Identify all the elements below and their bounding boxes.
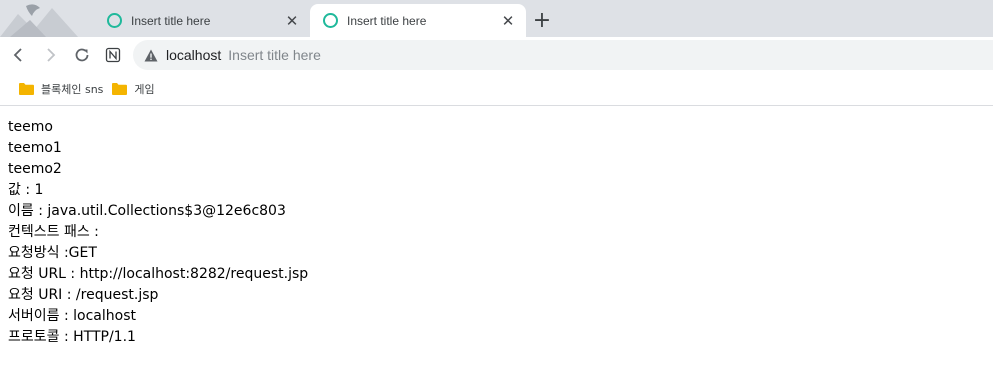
content-line: 서버이름 : localhost bbox=[8, 308, 136, 324]
new-tab-button[interactable]: + bbox=[531, 8, 553, 33]
notion-icon bbox=[105, 47, 121, 63]
extension-button[interactable] bbox=[101, 43, 125, 67]
folder-icon bbox=[19, 83, 34, 95]
globe-icon bbox=[107, 13, 122, 28]
tab-title: Insert title here bbox=[131, 13, 211, 28]
close-tab-icon[interactable]: ✕ bbox=[500, 13, 516, 30]
address-host: localhost bbox=[166, 47, 222, 63]
reload-button[interactable] bbox=[70, 43, 94, 67]
arrow-right-icon bbox=[47, 48, 56, 62]
content-line: teemo bbox=[8, 119, 53, 135]
address-bar[interactable]: localhost Insert title here bbox=[133, 40, 993, 70]
content-line: 이름 : java.util.Collections$3@12e6c803 bbox=[8, 203, 286, 219]
tab-inactive[interactable]: Insert title here ✕ bbox=[94, 4, 310, 37]
content-line: 요청 URL : http://localhost:8282/request.j… bbox=[8, 266, 309, 282]
tab-strip: Insert title here ✕ Insert title here ✕ … bbox=[0, 0, 993, 37]
bookmarks-bar: 블록체인 sns 게임 bbox=[0, 73, 993, 106]
arrow-left-icon bbox=[13, 48, 22, 62]
theme-decoration bbox=[0, 0, 92, 37]
content-line: 값 : 1 bbox=[8, 182, 44, 198]
content-line: 프로토콜 : HTTP/1.1 bbox=[8, 329, 136, 345]
address-page-title: Insert title here bbox=[228, 47, 321, 63]
close-tab-icon[interactable]: ✕ bbox=[284, 13, 300, 30]
bookmark-folder-game[interactable]: 게임 bbox=[112, 81, 155, 97]
content-line: 요청 URI : /request.jsp bbox=[8, 287, 159, 303]
reload-icon bbox=[75, 48, 89, 62]
bookmark-label: 블록체인 sns bbox=[41, 83, 104, 96]
content-line: 요청방식 :GET bbox=[8, 245, 97, 261]
warning-icon[interactable] bbox=[144, 49, 158, 62]
bookmark-folder-blockchain[interactable]: 블록체인 sns bbox=[19, 81, 103, 97]
bookmark-label: 게임 bbox=[134, 83, 155, 96]
folder-icon bbox=[112, 83, 128, 95]
page-content: teemo teemo1 teemo2 값 : 1 이름 : java.util… bbox=[8, 117, 308, 348]
content-line: 컨텍스트 패스 : bbox=[8, 224, 99, 240]
tab-active[interactable]: Insert title here ✕ bbox=[310, 4, 526, 37]
back-button[interactable] bbox=[6, 43, 30, 67]
globe-icon bbox=[323, 13, 338, 28]
toolbar: localhost Insert title here bbox=[0, 37, 993, 73]
content-line: teemo1 bbox=[8, 140, 62, 156]
tab-title: Insert title here bbox=[347, 13, 427, 28]
content-line: teemo2 bbox=[8, 161, 62, 177]
forward-button[interactable] bbox=[39, 43, 63, 67]
